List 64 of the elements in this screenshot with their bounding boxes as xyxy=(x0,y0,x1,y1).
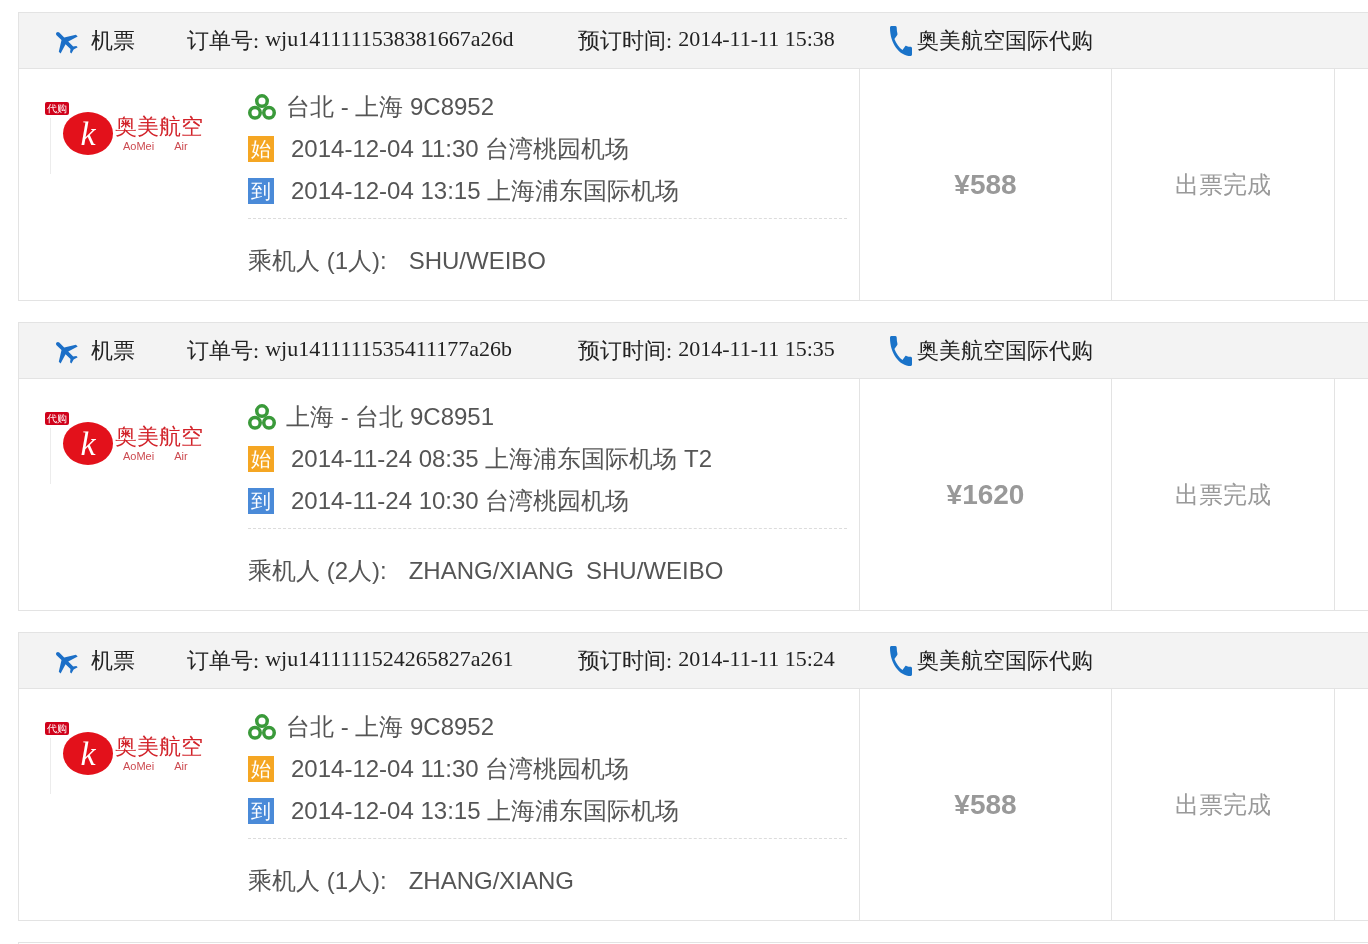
order-price: ¥588 xyxy=(954,788,1017,821)
airline-latin-name: Air xyxy=(174,450,188,463)
seller-name: 奥美航空国际代购 xyxy=(917,26,1093,55)
airline-name: 奥美航空 xyxy=(115,114,203,140)
leg-detail: 2014-12-04 11:30 台湾桃园机场 xyxy=(291,134,630,164)
order-status: 出票完成 xyxy=(1175,169,1271,200)
airline-name: 奥美航空 xyxy=(115,424,203,450)
booking-time: 2014-11-11 15:24 xyxy=(678,645,835,673)
passengers-label: 乘机人 (1人): xyxy=(248,866,387,896)
leg-badge: 始 xyxy=(248,136,274,162)
booking-time-label: 预订时间: xyxy=(578,646,673,675)
passenger-name: ZHANG/XIANG xyxy=(408,557,575,585)
airline-latin-name: Air xyxy=(174,760,188,773)
seller-name: 奥美航空国际代购 xyxy=(917,646,1093,675)
order-status: 出票完成 xyxy=(1175,789,1271,820)
passengers-label: 乘机人 (2人): xyxy=(248,556,387,586)
category-label: 机票 xyxy=(91,336,135,365)
category-label: 机票 xyxy=(91,646,135,675)
trefoil-icon xyxy=(248,403,276,431)
order-status: 出票完成 xyxy=(1175,479,1271,510)
airline-name: 奥美航空 xyxy=(115,734,203,760)
phone-icon xyxy=(890,25,912,56)
seller-name: 奥美航空国际代购 xyxy=(917,336,1093,365)
phone-icon xyxy=(890,645,912,676)
order-number-label: 订单号: xyxy=(187,646,260,675)
leg-badge: 到 xyxy=(248,798,274,824)
leg-badge: 到 xyxy=(248,178,274,204)
booking-time: 2014-11-11 15:38 xyxy=(678,25,835,53)
leg-badge: 始 xyxy=(248,756,274,782)
promo-badge: 代购 xyxy=(45,102,69,115)
order-number: wju1411111538381667a26d xyxy=(265,25,514,53)
leg-detail: 2014-12-04 11:30 台湾桃园机场 xyxy=(291,754,630,784)
trefoil-icon xyxy=(248,93,276,121)
leg-badge: 到 xyxy=(248,488,274,514)
promo-badge: 代购 xyxy=(45,412,69,425)
booking-time: 2014-11-11 15:35 xyxy=(678,335,835,363)
order-number: wju1411111535411177a26b xyxy=(265,335,512,363)
leg-detail: 2014-12-04 13:15 上海浦东国际机场 xyxy=(291,176,680,206)
airline-latin-name: AoMei xyxy=(123,140,155,153)
order-number-label: 订单号: xyxy=(187,336,260,365)
leg-detail: 2014-12-04 13:15 上海浦东国际机场 xyxy=(291,796,680,826)
airline-latin-name: AoMei xyxy=(123,760,155,773)
promo-badge: 代购 xyxy=(45,722,69,735)
passenger-name: SHU/WEIBO xyxy=(408,247,546,275)
trefoil-icon xyxy=(248,713,276,741)
passengers-label: 乘机人 (1人): xyxy=(248,246,387,276)
flight-route: 上海 - 台北 9C8951 xyxy=(286,402,495,432)
booking-time-label: 预订时间: xyxy=(578,26,673,55)
airline-latin-name: Air xyxy=(174,140,188,153)
order-price: ¥588 xyxy=(954,168,1017,201)
phone-icon xyxy=(890,335,912,366)
leg-detail: 2014-11-24 08:35 上海浦东国际机场 T2 xyxy=(291,444,713,474)
passenger-name: ZHANG/XIANG xyxy=(408,867,575,895)
airline-latin-name: AoMei xyxy=(123,450,155,463)
category-label: 机票 xyxy=(91,26,135,55)
order-price: ¥1620 xyxy=(946,478,1025,511)
passenger-name: SHU/WEIBO xyxy=(586,557,724,585)
flight-route: 台北 - 上海 9C8952 xyxy=(286,92,495,122)
order-number: wju1411111524265827a261 xyxy=(265,645,514,673)
leg-detail: 2014-11-24 10:30 台湾桃园机场 xyxy=(291,486,630,516)
leg-badge: 始 xyxy=(248,446,274,472)
flight-route: 台北 - 上海 9C8952 xyxy=(286,712,495,742)
booking-time-label: 预订时间: xyxy=(578,336,673,365)
order-number-label: 订单号: xyxy=(187,26,260,55)
